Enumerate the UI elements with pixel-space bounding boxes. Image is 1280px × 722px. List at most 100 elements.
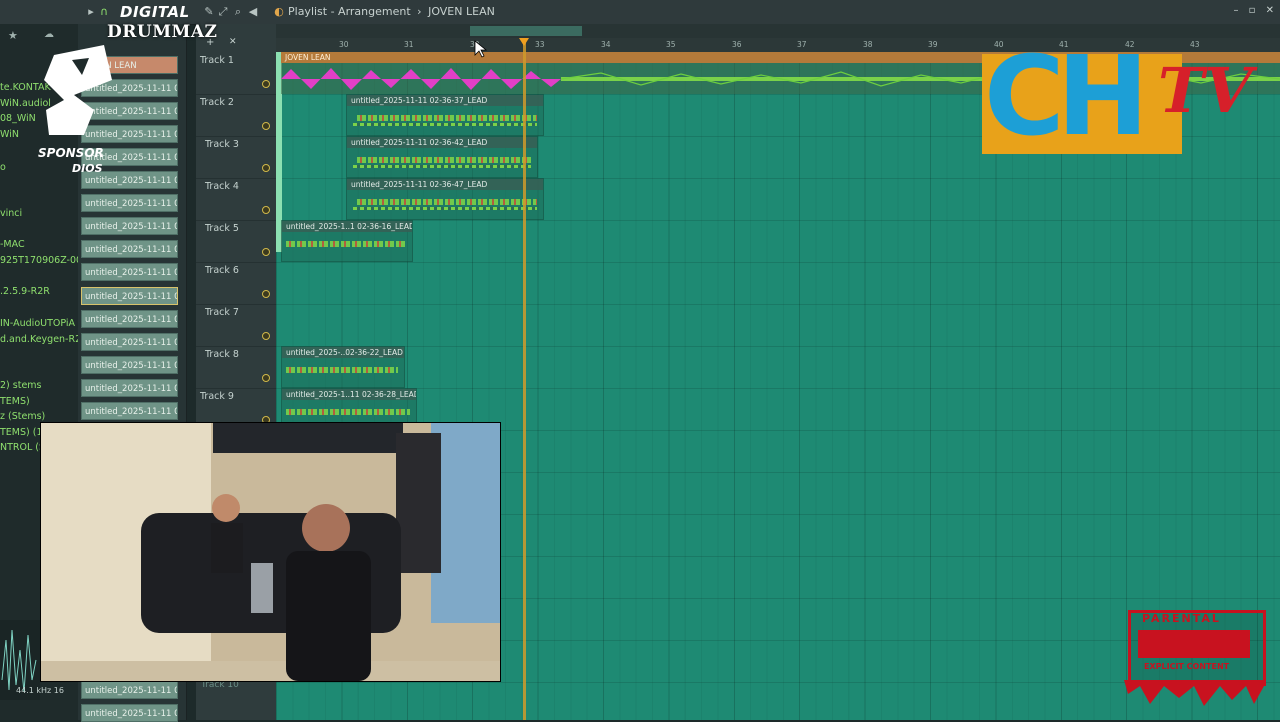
advisory-bar xyxy=(1138,630,1250,658)
ruler-tick: 38 xyxy=(863,40,873,49)
mouse-cursor-icon xyxy=(474,40,488,58)
browser-item[interactable]: vinci xyxy=(0,208,22,219)
browser-item[interactable]: d.and.Keygen-R2R xyxy=(0,334,88,345)
track-name: Track 4 xyxy=(205,181,239,192)
speaker-icon[interactable]: ◀ xyxy=(246,5,260,19)
clip-waveform xyxy=(357,157,531,163)
clip-label: untitled_2025-11-11 02-36-42_LEAD xyxy=(347,137,537,148)
clip-item[interactable]: untitled_2025-11-11 02- xyxy=(81,379,178,397)
brand-logo-top: DIGITAL xyxy=(120,3,190,21)
clip-waveform xyxy=(357,199,537,205)
play-arrow-icon[interactable]: ▸ xyxy=(84,5,98,19)
audio-clip[interactable]: untitled_2025-1..1 02-36-16_LEAD xyxy=(281,220,413,262)
track-mute-icon[interactable] xyxy=(262,290,270,298)
playhead-marker-icon[interactable] xyxy=(519,38,529,46)
clip-label: untitled_2025-11-11 02-36-47_LEAD xyxy=(347,179,543,190)
brush-icon[interactable]: ✎ xyxy=(202,5,216,19)
clip-waveform xyxy=(286,409,410,415)
track-name: Track 9 xyxy=(200,391,234,402)
magnet-icon[interactable]: ∩ xyxy=(97,5,111,19)
close-icon[interactable]: ✕ xyxy=(1266,5,1274,16)
clip-waveform xyxy=(357,115,537,121)
overview-viewport[interactable] xyxy=(470,26,582,36)
clip-waveform xyxy=(353,123,537,126)
track-header[interactable]: Track 5 xyxy=(196,220,276,263)
fullscreen-icon[interactable]: ⤢ xyxy=(216,5,230,19)
track-header[interactable]: Track 1 xyxy=(196,52,276,95)
playlist-icon: ◐ xyxy=(274,5,284,18)
browser-item[interactable]: TEMS) xyxy=(0,396,30,407)
track-mute-icon[interactable] xyxy=(262,374,270,382)
ruler-tick: 33 xyxy=(535,40,545,49)
clip-item[interactable]: untitled_2025-11-11 02- xyxy=(81,194,178,212)
clip-item[interactable]: untitled_2025-11-11 02- xyxy=(81,704,178,722)
track-name: Track 2 xyxy=(200,97,234,108)
chtv-logo: CH TV xyxy=(980,36,1270,158)
track-header[interactable]: Track 8 xyxy=(196,346,276,389)
track-mute-icon[interactable] xyxy=(262,122,270,130)
clip-label: untitled_2025-..02-36-22_LEAD xyxy=(282,347,404,358)
chtv-tv: TV xyxy=(1158,54,1253,127)
track-mute-icon[interactable] xyxy=(262,332,270,340)
parental-text: PARENTAL xyxy=(1142,612,1221,625)
audio-clip[interactable]: untitled_2025-1..11 02-36-28_LEAD xyxy=(281,388,417,424)
track-name: Track 5 xyxy=(205,223,239,234)
clip-waveform xyxy=(353,165,531,168)
track-header[interactable]: Track 2 xyxy=(196,94,276,137)
minimize-icon[interactable]: – xyxy=(1233,5,1238,16)
sponsor-logo: SPONSOR DIOS xyxy=(34,40,124,180)
browser-item[interactable]: 08_WiN xyxy=(0,113,36,124)
webcam-image xyxy=(41,423,500,681)
clip-item[interactable]: untitled_2025-11-11 02- xyxy=(81,333,178,351)
browser-item[interactable]: 2) stems xyxy=(0,380,42,391)
clip-item[interactable]: untitled_2025-11-11 02- xyxy=(81,356,178,374)
breadcrumb-playlist[interactable]: Playlist - Arrangement xyxy=(288,5,411,18)
track-header[interactable]: Track 3 xyxy=(196,136,276,179)
browser-item[interactable]: .2.5.9-R2R xyxy=(0,286,50,297)
zoom-icon[interactable]: ⌕ xyxy=(231,5,245,19)
cloud-icon[interactable]: ☁ xyxy=(44,29,54,40)
browser-item[interactable]: -MAC xyxy=(0,239,25,250)
audio-clip[interactable]: untitled_2025-..02-36-22_LEAD xyxy=(281,346,405,388)
sponsor-text: SPONSOR xyxy=(38,146,104,160)
audio-clip[interactable]: untitled_2025-11-11 02-36-47_LEAD xyxy=(346,178,544,220)
audio-clip[interactable]: untitled_2025-11-11 02-36-42_LEAD xyxy=(346,136,538,178)
track-header[interactable]: Track 6 xyxy=(196,262,276,305)
clip-item[interactable]: untitled_2025-11-11 02- xyxy=(81,240,178,258)
clip-item[interactable]: untitled_2025-11-11 02- xyxy=(81,402,178,420)
breadcrumb-pattern[interactable]: JOVEN LEAN xyxy=(428,5,495,18)
browser-item[interactable]: z (Stems) xyxy=(0,411,45,422)
playhead[interactable] xyxy=(523,38,526,720)
breadcrumb-separator: › xyxy=(417,5,422,18)
advisory-text: EXPLICIT CONTENT xyxy=(1144,662,1230,671)
browser-item[interactable]: 925T170906Z-001 xyxy=(0,255,88,266)
track-mute-icon[interactable] xyxy=(262,80,270,88)
track-name: Track 3 xyxy=(205,139,239,150)
clip-item[interactable]: untitled_2025-11-11 02- xyxy=(81,310,178,328)
browser-item[interactable]: o xyxy=(0,162,6,173)
audio-clip[interactable]: untitled_2025-11-11 02-36-37_LEAD xyxy=(346,94,544,136)
ruler-tick: 35 xyxy=(666,40,676,49)
clip-item[interactable]: untitled_2025-11-11 02- xyxy=(81,217,178,235)
clip-item[interactable]: untitled_2025-11-11 02- xyxy=(81,263,178,281)
browser-item[interactable]: IN-AudioUTOPiA xyxy=(0,318,75,329)
track-mute-icon[interactable] xyxy=(262,206,270,214)
track-header[interactable]: Track 4 xyxy=(196,178,276,221)
browser-item[interactable]: WiN xyxy=(0,129,19,140)
clip-item-selected[interactable]: untitled_2025-11-11 02- xyxy=(81,287,178,305)
track-header[interactable]: Track 7 xyxy=(196,304,276,347)
track-name: Track 7 xyxy=(205,307,239,318)
track-mute-icon[interactable] xyxy=(262,164,270,172)
breadcrumb: Playlist - Arrangement › JOVEN LEAN xyxy=(288,5,498,18)
drip-graphic xyxy=(1124,680,1266,706)
track-mute-icon[interactable] xyxy=(262,248,270,256)
ruler-tick: 31 xyxy=(404,40,414,49)
clip-waveform xyxy=(353,207,537,210)
browser-item[interactable]: TEMS) (1 xyxy=(0,427,43,438)
clip-item[interactable]: untitled_2025-11-11 02- xyxy=(81,681,178,699)
track-name: Track 6 xyxy=(205,265,239,276)
maximize-icon[interactable]: ▫ xyxy=(1249,5,1256,16)
window-controls: – ▫ ✕ xyxy=(1226,5,1274,16)
close-icon[interactable]: ✕ xyxy=(229,37,237,47)
star-icon[interactable]: ★ xyxy=(8,29,18,42)
